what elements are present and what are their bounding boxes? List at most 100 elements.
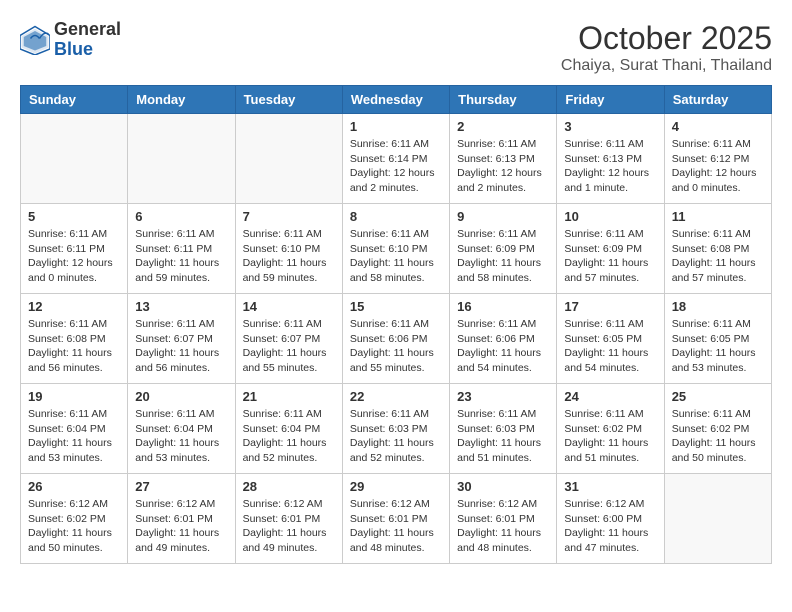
day-number: 2 xyxy=(457,119,549,134)
day-number: 6 xyxy=(135,209,227,224)
calendar-cell: 6 Sunrise: 6:11 AM Sunset: 6:11 PM Daylig… xyxy=(128,204,235,294)
day-info: Sunrise: 6:11 AM Sunset: 6:04 PM Dayligh… xyxy=(135,407,227,466)
weekday-header: Monday xyxy=(128,86,235,114)
weekday-header: Saturday xyxy=(664,86,771,114)
weekday-header-row: SundayMondayTuesdayWednesdayThursdayFrid… xyxy=(21,86,772,114)
day-number: 18 xyxy=(672,299,764,314)
location-subtitle: Chaiya, Surat Thani, Thailand xyxy=(561,57,772,75)
calendar-cell: 14 Sunrise: 6:11 AM Sunset: 6:07 PM Dayli… xyxy=(235,294,342,384)
month-title: October 2025 xyxy=(561,20,772,57)
day-number: 5 xyxy=(28,209,120,224)
weekday-header: Tuesday xyxy=(235,86,342,114)
day-number: 12 xyxy=(28,299,120,314)
day-number: 31 xyxy=(564,479,656,494)
week-row: 5 Sunrise: 6:11 AM Sunset: 6:11 PM Daylig… xyxy=(21,204,772,294)
day-number: 4 xyxy=(672,119,764,134)
calendar-cell: 26 Sunrise: 6:12 AM Sunset: 6:02 PM Dayli… xyxy=(21,474,128,564)
calendar-cell: 1 Sunrise: 6:11 AM Sunset: 6:14 PM Daylig… xyxy=(342,114,449,204)
week-row: 19 Sunrise: 6:11 AM Sunset: 6:04 PM Dayli… xyxy=(21,384,772,474)
day-number: 19 xyxy=(28,389,120,404)
calendar-table: SundayMondayTuesdayWednesdayThursdayFrid… xyxy=(20,85,772,564)
calendar-cell: 4 Sunrise: 6:11 AM Sunset: 6:12 PM Daylig… xyxy=(664,114,771,204)
day-info: Sunrise: 6:11 AM Sunset: 6:14 PM Dayligh… xyxy=(350,137,442,196)
day-number: 9 xyxy=(457,209,549,224)
calendar-cell: 20 Sunrise: 6:11 AM Sunset: 6:04 PM Dayli… xyxy=(128,384,235,474)
day-info: Sunrise: 6:12 AM Sunset: 6:01 PM Dayligh… xyxy=(457,497,549,556)
logo: General Blue xyxy=(20,20,121,60)
calendar-cell: 22 Sunrise: 6:11 AM Sunset: 6:03 PM Dayli… xyxy=(342,384,449,474)
day-info: Sunrise: 6:11 AM Sunset: 6:08 PM Dayligh… xyxy=(672,227,764,286)
day-number: 27 xyxy=(135,479,227,494)
day-info: Sunrise: 6:11 AM Sunset: 6:03 PM Dayligh… xyxy=(350,407,442,466)
day-info: Sunrise: 6:11 AM Sunset: 6:05 PM Dayligh… xyxy=(672,317,764,376)
calendar-cell: 8Sunrise: 6:11 AM Sunset: 6:10 PM Daylig… xyxy=(342,204,449,294)
calendar-cell: 13Sunrise: 6:11 AM Sunset: 6:07 PM Dayli… xyxy=(128,294,235,384)
day-number: 29 xyxy=(350,479,442,494)
calendar-cell: 5 Sunrise: 6:11 AM Sunset: 6:11 PM Daylig… xyxy=(21,204,128,294)
day-info: Sunrise: 6:11 AM Sunset: 6:08 PM Dayligh… xyxy=(28,317,120,376)
calendar-cell: 28 Sunrise: 6:12 AM Sunset: 6:01 PM Dayli… xyxy=(235,474,342,564)
day-info: Sunrise: 6:11 AM Sunset: 6:06 PM Dayligh… xyxy=(457,317,549,376)
day-number: 20 xyxy=(135,389,227,404)
calendar-cell: 3Sunrise: 6:11 AM Sunset: 6:13 PM Daylig… xyxy=(557,114,664,204)
logo-text: General Blue xyxy=(54,20,121,60)
calendar-cell: 10 Sunrise: 6:11 AM Sunset: 6:09 PM Dayli… xyxy=(557,204,664,294)
calendar-cell: 21Sunrise: 6:11 AM Sunset: 6:04 PM Dayli… xyxy=(235,384,342,474)
calendar-cell xyxy=(235,114,342,204)
day-info: Sunrise: 6:12 AM Sunset: 6:01 PM Dayligh… xyxy=(350,497,442,556)
calendar-cell: 25 Sunrise: 6:11 AM Sunset: 6:02 PM Dayli… xyxy=(664,384,771,474)
day-info: Sunrise: 6:12 AM Sunset: 6:01 PM Dayligh… xyxy=(243,497,335,556)
calendar-cell: 24 Sunrise: 6:11 AM Sunset: 6:02 PM Dayli… xyxy=(557,384,664,474)
day-info: Sunrise: 6:11 AM Sunset: 6:13 PM Dayligh… xyxy=(457,137,549,196)
week-row: 26 Sunrise: 6:12 AM Sunset: 6:02 PM Dayli… xyxy=(21,474,772,564)
weekday-header: Thursday xyxy=(450,86,557,114)
day-info: Sunrise: 6:11 AM Sunset: 6:07 PM Dayligh… xyxy=(243,317,335,376)
day-number: 16 xyxy=(457,299,549,314)
day-info: Sunrise: 6:11 AM Sunset: 6:12 PM Dayligh… xyxy=(672,137,764,196)
day-number: 28 xyxy=(243,479,335,494)
weekday-header: Wednesday xyxy=(342,86,449,114)
day-info: Sunrise: 6:11 AM Sunset: 6:09 PM Dayligh… xyxy=(564,227,656,286)
day-number: 26 xyxy=(28,479,120,494)
day-number: 11 xyxy=(672,209,764,224)
day-number: 1 xyxy=(350,119,442,134)
day-number: 23 xyxy=(457,389,549,404)
day-info: Sunrise: 6:11 AM Sunset: 6:11 PM Dayligh… xyxy=(135,227,227,286)
logo-icon xyxy=(20,25,50,55)
day-info: Sunrise: 6:12 AM Sunset: 6:02 PM Dayligh… xyxy=(28,497,120,556)
calendar-cell: 27Sunrise: 6:12 AM Sunset: 6:01 PM Dayli… xyxy=(128,474,235,564)
day-info: Sunrise: 6:11 AM Sunset: 6:11 PM Dayligh… xyxy=(28,227,120,286)
day-number: 14 xyxy=(243,299,335,314)
day-info: Sunrise: 6:11 AM Sunset: 6:06 PM Dayligh… xyxy=(350,317,442,376)
calendar-cell: 31 Sunrise: 6:12 AM Sunset: 6:00 PM Dayli… xyxy=(557,474,664,564)
day-info: Sunrise: 6:11 AM Sunset: 6:02 PM Dayligh… xyxy=(672,407,764,466)
day-info: Sunrise: 6:12 AM Sunset: 6:00 PM Dayligh… xyxy=(564,497,656,556)
day-info: Sunrise: 6:11 AM Sunset: 6:03 PM Dayligh… xyxy=(457,407,549,466)
day-info: Sunrise: 6:11 AM Sunset: 6:02 PM Dayligh… xyxy=(564,407,656,466)
calendar-cell: 18 Sunrise: 6:11 AM Sunset: 6:05 PM Dayli… xyxy=(664,294,771,384)
calendar-cell: 11 Sunrise: 6:11 AM Sunset: 6:08 PM Dayli… xyxy=(664,204,771,294)
day-info: Sunrise: 6:11 AM Sunset: 6:05 PM Dayligh… xyxy=(564,317,656,376)
week-row: 1 Sunrise: 6:11 AM Sunset: 6:14 PM Daylig… xyxy=(21,114,772,204)
day-number: 24 xyxy=(564,389,656,404)
calendar-cell: 2 Sunrise: 6:11 AM Sunset: 6:13 PM Daylig… xyxy=(450,114,557,204)
calendar-cell: 19Sunrise: 6:11 AM Sunset: 6:04 PM Dayli… xyxy=(21,384,128,474)
title-section: October 2025 Chaiya, Surat Thani, Thaila… xyxy=(561,20,772,75)
calendar-cell: 15 Sunrise: 6:11 AM Sunset: 6:06 PM Dayli… xyxy=(342,294,449,384)
day-info: Sunrise: 6:11 AM Sunset: 6:09 PM Dayligh… xyxy=(457,227,549,286)
calendar-cell: 23 Sunrise: 6:11 AM Sunset: 6:03 PM Dayli… xyxy=(450,384,557,474)
day-info: Sunrise: 6:11 AM Sunset: 6:04 PM Dayligh… xyxy=(243,407,335,466)
day-number: 10 xyxy=(564,209,656,224)
page-header: General Blue October 2025 Chaiya, Surat … xyxy=(20,20,772,75)
day-number: 22 xyxy=(350,389,442,404)
calendar-cell: 16 Sunrise: 6:11 AM Sunset: 6:06 PM Dayli… xyxy=(450,294,557,384)
day-number: 15 xyxy=(350,299,442,314)
calendar-cell: 12 Sunrise: 6:11 AM Sunset: 6:08 PM Dayli… xyxy=(21,294,128,384)
calendar-cell: 7Sunrise: 6:11 AM Sunset: 6:10 PM Daylig… xyxy=(235,204,342,294)
calendar-cell xyxy=(664,474,771,564)
weekday-header: Friday xyxy=(557,86,664,114)
day-number: 30 xyxy=(457,479,549,494)
day-info: Sunrise: 6:11 AM Sunset: 6:07 PM Dayligh… xyxy=(135,317,227,376)
day-info: Sunrise: 6:11 AM Sunset: 6:10 PM Dayligh… xyxy=(243,227,335,286)
day-number: 25 xyxy=(672,389,764,404)
